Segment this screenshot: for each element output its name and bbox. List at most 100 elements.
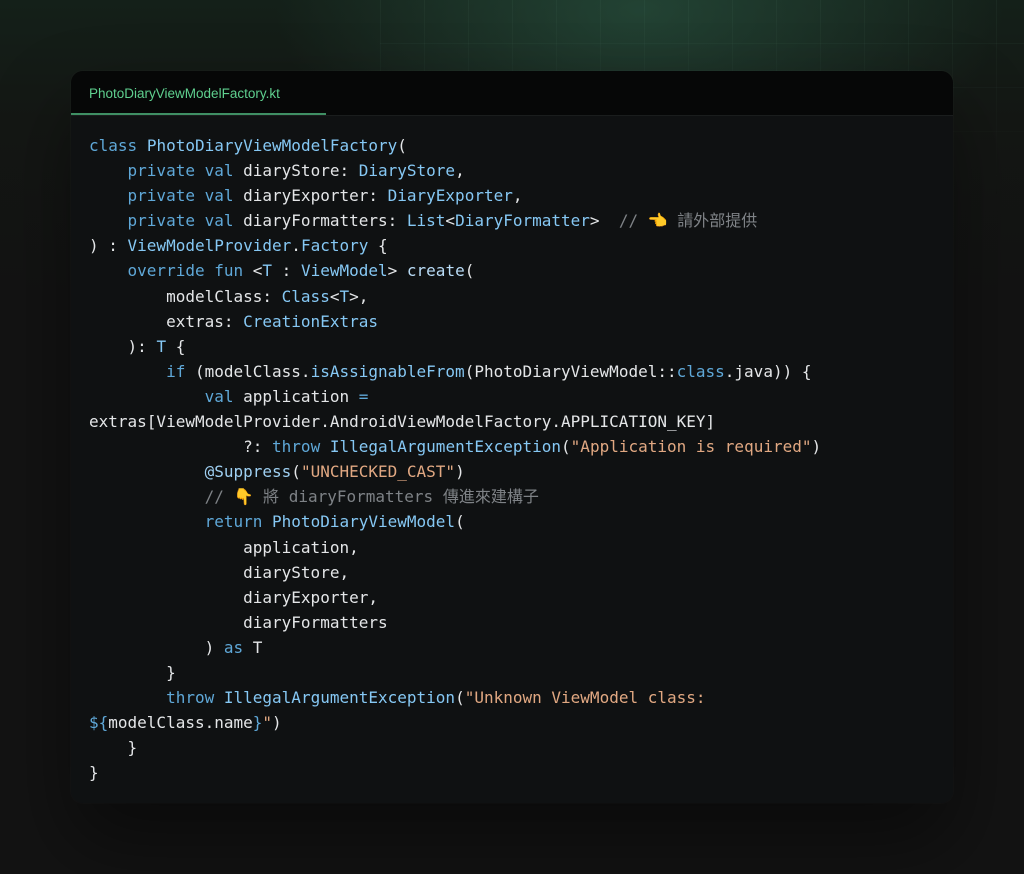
code-line: ${modelClass.name}")	[89, 710, 821, 735]
code-line: extras[ViewModelProvider.AndroidViewMode…	[89, 409, 821, 434]
type-name: T	[262, 261, 273, 281]
code-line: private val diaryStore: DiaryStore,	[89, 158, 821, 183]
keyword: class	[89, 136, 138, 155]
code-line: return PhotoDiaryViewModel(	[89, 509, 821, 534]
string-literal: "Unknown ViewModel class:	[464, 688, 706, 708]
comment: 將 diaryFormatters 傳進來建構子	[253, 487, 539, 507]
code-text: .java)) {	[724, 361, 812, 381]
keyword: if	[166, 361, 186, 381]
string-literal: "Application is required"	[570, 437, 812, 457]
code-text: modelClass:	[89, 286, 282, 306]
code-text: >,	[349, 286, 369, 306]
code-line: extras: CreationExtras	[89, 309, 821, 334]
emoji-icon: 👈	[647, 211, 668, 231]
code-text: extras[ViewModelProvider.AndroidViewMode…	[89, 412, 716, 432]
function-name: create	[406, 261, 465, 281]
code-text: diaryExporter:	[233, 186, 388, 206]
code-line: override fun <T : ViewModel> create(	[89, 258, 821, 283]
type-name: PhotoDiaryViewModel	[272, 512, 456, 532]
code-text: }	[89, 763, 99, 783]
keyword: }	[252, 713, 263, 733]
code-line: ?: throw IllegalArgumentException("Appli…	[89, 434, 821, 459]
comment: //	[618, 211, 648, 231]
tab-photo-diary-view-model-factory[interactable]: PhotoDiaryViewModelFactory.kt	[71, 71, 326, 115]
keyword: =	[358, 386, 369, 406]
tab-bar: PhotoDiaryViewModelFactory.kt	[71, 71, 953, 116]
string-literal: "UNCHECKED_CAST"	[300, 462, 456, 482]
keyword: return	[204, 512, 263, 532]
string-literal: "	[262, 713, 273, 733]
code-line: diaryFormatters	[89, 610, 821, 635]
keyword: ${	[89, 713, 109, 733]
code-line: }	[89, 735, 821, 760]
code-text: }	[89, 738, 138, 758]
type-name: DiaryStore	[358, 161, 456, 181]
type-name: List	[406, 211, 446, 231]
type-name: CreationExtras	[243, 311, 378, 331]
code-text: )	[455, 462, 465, 482]
type-name: Class	[281, 286, 330, 306]
comment: //	[204, 487, 234, 507]
code-line: private val diaryExporter: DiaryExporter…	[89, 183, 821, 208]
code-line: val application =	[89, 384, 821, 409]
tab-label: PhotoDiaryViewModelFactory.kt	[89, 86, 280, 101]
code-line: throw IllegalArgumentException("Unknown …	[89, 685, 821, 710]
type-name: ViewModelProvider	[127, 236, 292, 256]
code-text: (	[561, 437, 571, 457]
code-line: ) as T	[89, 635, 821, 660]
code-line: ): T {	[89, 334, 821, 359]
keyword: private val	[127, 186, 234, 206]
keyword: private val	[127, 211, 234, 231]
type-name: IllegalArgumentException	[329, 437, 562, 457]
code-text: >	[589, 211, 619, 231]
code-text: .	[291, 236, 301, 256]
code-text: extras:	[89, 311, 244, 331]
code-line: if (modelClass.isAssignableFrom(PhotoDia…	[89, 359, 821, 384]
annotation: @Suppress	[204, 462, 292, 482]
code-text: <	[243, 261, 263, 281]
code-text: application,	[89, 537, 359, 557]
code-line: private val diaryFormatters: List<DiaryF…	[89, 208, 821, 233]
code-line: class PhotoDiaryViewModelFactory(	[89, 133, 821, 158]
code-text: diaryExporter,	[89, 587, 378, 607]
code-text: (	[397, 136, 407, 155]
code-text: ) :	[89, 236, 128, 256]
code-line: diaryStore,	[89, 560, 821, 585]
keyword: override fun	[127, 261, 244, 281]
code-text: ?:	[89, 437, 273, 457]
code-text: application	[233, 386, 359, 406]
code-text: (	[291, 462, 301, 482]
code-text: T	[243, 637, 263, 657]
code-text: :	[272, 261, 301, 281]
type-name: T	[156, 336, 167, 356]
code-line: @Suppress("UNCHECKED_CAST")	[89, 459, 821, 484]
code-block: class PhotoDiaryViewModelFactory( privat…	[89, 133, 821, 785]
code-text: )	[89, 637, 224, 657]
type-name: isAssignableFrom	[310, 361, 465, 381]
code-text: ,	[512, 186, 523, 206]
keyword: class	[676, 361, 725, 381]
type-name: T	[339, 286, 350, 306]
code-text: <	[445, 211, 456, 231]
comment: 請外部提供	[667, 211, 758, 231]
code-text: )	[272, 713, 282, 733]
code-text: }	[89, 662, 176, 682]
type-name: ViewModel	[300, 261, 388, 281]
code-text: (PhotoDiaryViewModel::	[464, 361, 677, 381]
type-name: PhotoDiaryViewModelFactory	[146, 136, 398, 155]
code-text: (	[464, 261, 475, 281]
code-line: ) : ViewModelProvider.Factory {	[89, 233, 821, 258]
code-line: }	[89, 760, 821, 785]
code-line: application,	[89, 535, 821, 560]
code-text: )	[811, 437, 822, 457]
keyword: val	[204, 386, 234, 406]
